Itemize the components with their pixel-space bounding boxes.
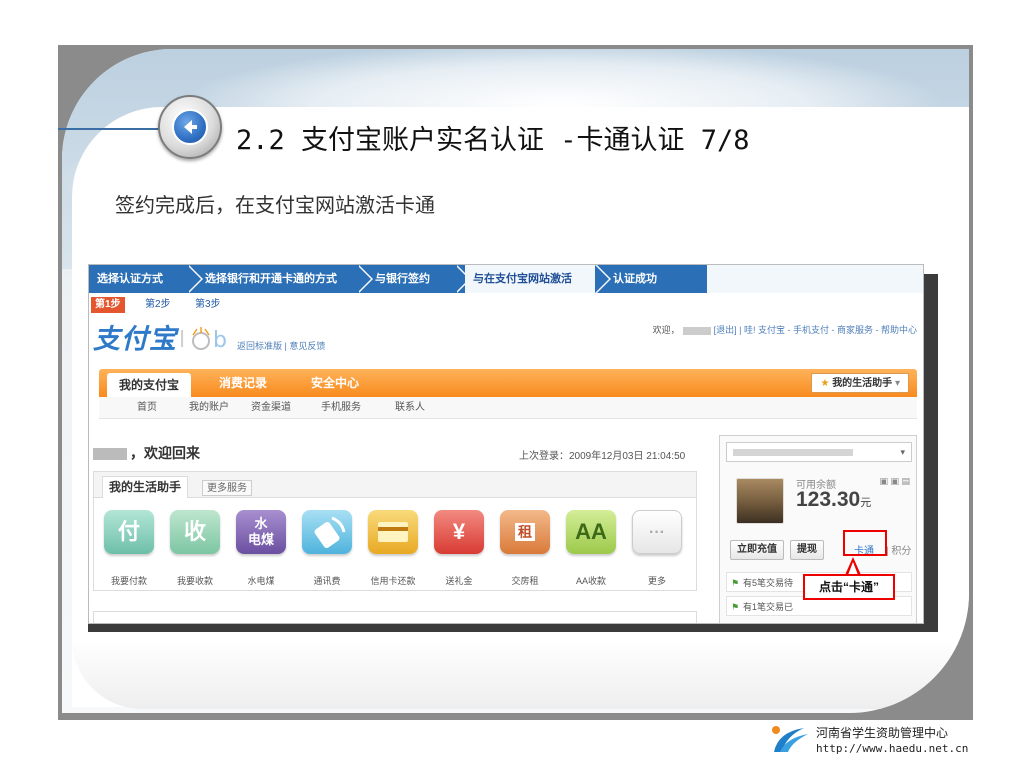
footer-organization: 河南省学生资助管理中心 (816, 726, 949, 740)
steps-bar: 选择认证方式 选择银行和开通卡通的方式 与银行签约 与在支付宝网站激活 认证成功 (89, 265, 923, 293)
tab-security[interactable]: 安全中心 (299, 369, 371, 397)
lab-icon: l b (179, 327, 227, 351)
withdraw-button[interactable]: 提现 (790, 540, 824, 560)
points-link[interactable]: | 积分 (886, 542, 911, 557)
gift-money-icon[interactable]: ¥ (434, 510, 484, 554)
greeting-text: ，欢迎回来 (130, 445, 200, 461)
step-5: 认证成功 (613, 273, 657, 285)
life-helper-dropdown[interactable]: ★ 我的生活助手 ▾ (811, 373, 909, 393)
step-2: 选择银行和开通卡通的方式 (205, 273, 337, 285)
app-label: 送礼金 (445, 576, 473, 586)
footer-url[interactable]: http://www.haedu.net.cn (816, 742, 968, 755)
alipay-logo[interactable]: 支付宝 (93, 317, 177, 356)
header-links[interactable]: | 哇! 支付宝 - 手机支付 - 商家服务 - 帮助中心 (739, 325, 917, 335)
app-label: 通讯费 (313, 576, 341, 586)
welcome-prefix: 欢迎， (652, 325, 680, 335)
svg-text:l: l (179, 328, 185, 351)
notice-text: 有5笔交易待 (743, 578, 794, 588)
life-helper-panel: 我的生活助手 更多服务 付 我要付款 收 我要收款 水电煤 水电煤 通讯费 信用… (93, 471, 697, 591)
rent-app-icon[interactable]: 租 (500, 510, 550, 554)
name-blurred (93, 448, 127, 461)
tab-life-helper[interactable]: 我的生活助手 (102, 476, 189, 498)
app-label: AA收款 (575, 576, 606, 586)
step-divider (693, 265, 707, 293)
flag-icon: ⚑ (731, 602, 740, 612)
callout-click-cartoon: 点击“卡通” (803, 574, 895, 600)
app-label: 信用卡还款 (370, 576, 416, 586)
cartoon-highlight (843, 530, 887, 556)
receive-app-icon[interactable]: 收 (170, 510, 220, 554)
app-label: 更多 (647, 576, 666, 586)
sub-nav: 首页 我的账户 资金渠道 手机服务 联系人 (99, 397, 917, 419)
app-label: 水电煤 (247, 576, 275, 586)
points-label: 积分 (891, 546, 912, 557)
app-label: 我要付款 (110, 576, 147, 586)
subnav-mobile[interactable]: 手机服务 (321, 397, 361, 419)
subnav-home[interactable]: 首页 (137, 397, 157, 419)
greeting: ，欢迎回来 (93, 443, 200, 463)
account-tool-icons[interactable]: ▣ ▣ ▤ (879, 476, 910, 487)
tab-my-alipay[interactable]: 我的支付宝 (107, 373, 192, 397)
balance-value: 123.30 (796, 488, 861, 511)
slide-subtitle: 签约完成后，在支付宝网站激活卡通 (115, 193, 435, 217)
more-icon[interactable]: ··· (632, 510, 682, 554)
account-select[interactable]: ▾ (726, 442, 912, 462)
app-label: 交房租 (511, 576, 539, 586)
subnav-funds[interactable]: 资金渠道 (251, 397, 291, 419)
helper-tabs: 我的生活助手 更多服务 (94, 472, 696, 498)
pay-app-icon[interactable]: 付 (104, 510, 154, 554)
phone-bill-icon[interactable] (302, 510, 352, 554)
step-1: 选择认证方式 (97, 273, 163, 285)
lower-panel-edge (93, 611, 697, 623)
email-blurred (733, 449, 853, 456)
top-links[interactable]: 返回标准版 | 意见反馈 (237, 339, 325, 352)
username-blurred (682, 326, 711, 335)
alipay-screenshot: 选择认证方式 选择银行和开通卡通的方式 与银行签约 与在支付宝网站激活 认证成功… (88, 264, 924, 624)
substep-3[interactable]: 第3步 (191, 297, 225, 313)
tab-consumption[interactable]: 消费记录 (207, 369, 279, 397)
app-label: 我要收款 (176, 576, 213, 586)
back-button[interactable] (158, 95, 222, 159)
aa-collect-icon[interactable]: AA (566, 510, 616, 554)
svg-text:b: b (213, 328, 227, 351)
welcome-bar: 欢迎， [退出] | 哇! 支付宝 - 手机支付 - 商家服务 - 帮助中心 (653, 323, 917, 336)
subnav-contacts[interactable]: 联系人 (395, 397, 425, 419)
panel-bottom (72, 639, 952, 709)
slide-title: 2.2 支付宝账户实名认证 -卡通认证 7/8 (236, 125, 750, 156)
star-icon: ★ (820, 378, 833, 389)
recharge-button[interactable]: 立即充值 (730, 540, 784, 560)
last-login: 上次登录：2009年12月03日 21:04:50 (519, 451, 686, 462)
balance: 123.30元 (796, 488, 871, 512)
currency: 元 (860, 497, 872, 509)
chevron-down-icon: ▾ (900, 447, 905, 457)
notice-text: 有1笔交易已 (743, 602, 794, 612)
step-4-active: 与在支付宝网站激活 (465, 265, 597, 293)
subnav-account[interactable]: 我的账户 (189, 397, 229, 419)
steps-bar-end (707, 265, 923, 293)
avatar (736, 478, 784, 524)
main-nav: 我的支付宝 消费记录 安全中心 ★ 我的生活助手 ▾ (99, 369, 917, 397)
substep-2[interactable]: 第2步 (141, 297, 175, 313)
org-logo-icon (772, 726, 808, 752)
utilities-app-icon[interactable]: 水电煤 (236, 510, 286, 554)
chevron-down-icon: ▾ (892, 378, 900, 389)
substep-1[interactable]: 第1步 (91, 297, 125, 313)
logout-link[interactable]: [退出] (714, 325, 737, 335)
back-arrow-icon (172, 109, 208, 145)
credit-card-icon[interactable] (368, 510, 418, 554)
flag-icon: ⚑ (731, 578, 740, 588)
step-3: 与银行签约 (375, 273, 430, 285)
tab-more-services[interactable]: 更多服务 (202, 480, 252, 496)
life-helper-label: 我的生活助手 (832, 378, 893, 389)
